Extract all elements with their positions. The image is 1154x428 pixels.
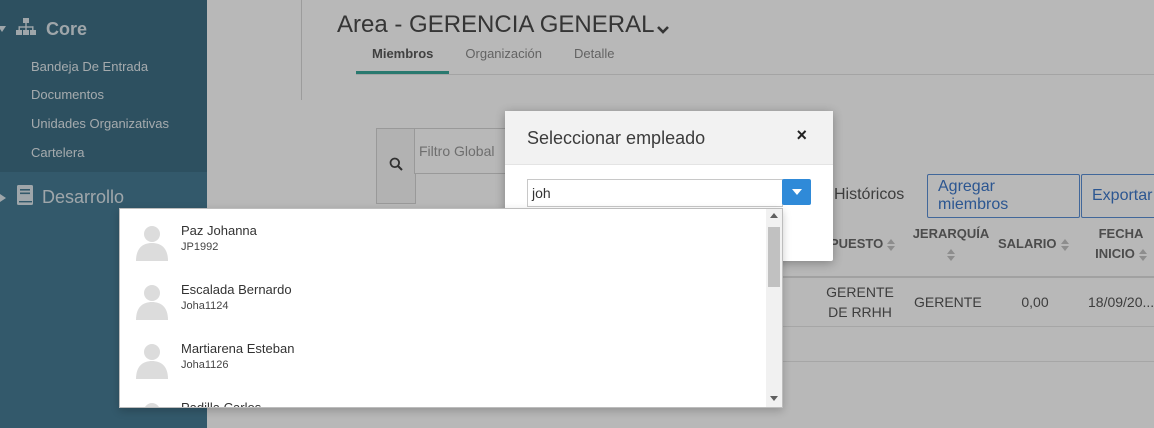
user-avatar-icon — [134, 339, 170, 379]
caret-down-icon — [791, 189, 802, 195]
employee-code: Joha1126 — [181, 359, 229, 371]
list-item[interactable]: Paz Johanna JP1992 — [120, 209, 766, 268]
modal-title: Seleccionar empleado — [527, 128, 706, 148]
scroll-up-icon[interactable] — [770, 213, 778, 218]
modal-header: Seleccionar empleado × — [505, 111, 833, 165]
user-avatar-icon — [134, 398, 170, 407]
scroll-thumb[interactable] — [768, 227, 780, 287]
list-item[interactable]: Padilla Carlos — [120, 386, 766, 408]
user-avatar-icon — [134, 280, 170, 320]
combo-dropdown-button[interactable] — [782, 179, 811, 205]
employee-name: Martiarena Esteban — [181, 341, 295, 356]
user-avatar-icon — [134, 221, 170, 261]
list-item[interactable]: Escalada Bernardo Joha1124 — [120, 268, 766, 327]
employee-name: Padilla Carlos — [181, 400, 262, 408]
close-icon[interactable]: × — [796, 125, 807, 146]
employee-code: Joha1124 — [181, 300, 229, 312]
employee-search-input[interactable]: joh — [527, 179, 783, 207]
list-item[interactable]: Martiarena Esteban Joha1126 — [120, 327, 766, 386]
scroll-down-icon[interactable] — [770, 396, 778, 401]
employee-code: JP1992 — [181, 241, 219, 253]
employee-name: Escalada Bernardo — [181, 282, 292, 297]
employee-dropdown-list: Paz Johanna JP1992 Escalada Bernardo Joh… — [119, 208, 783, 408]
employee-name: Paz Johanna — [181, 223, 257, 238]
dropdown-scrollbar[interactable] — [766, 209, 782, 407]
